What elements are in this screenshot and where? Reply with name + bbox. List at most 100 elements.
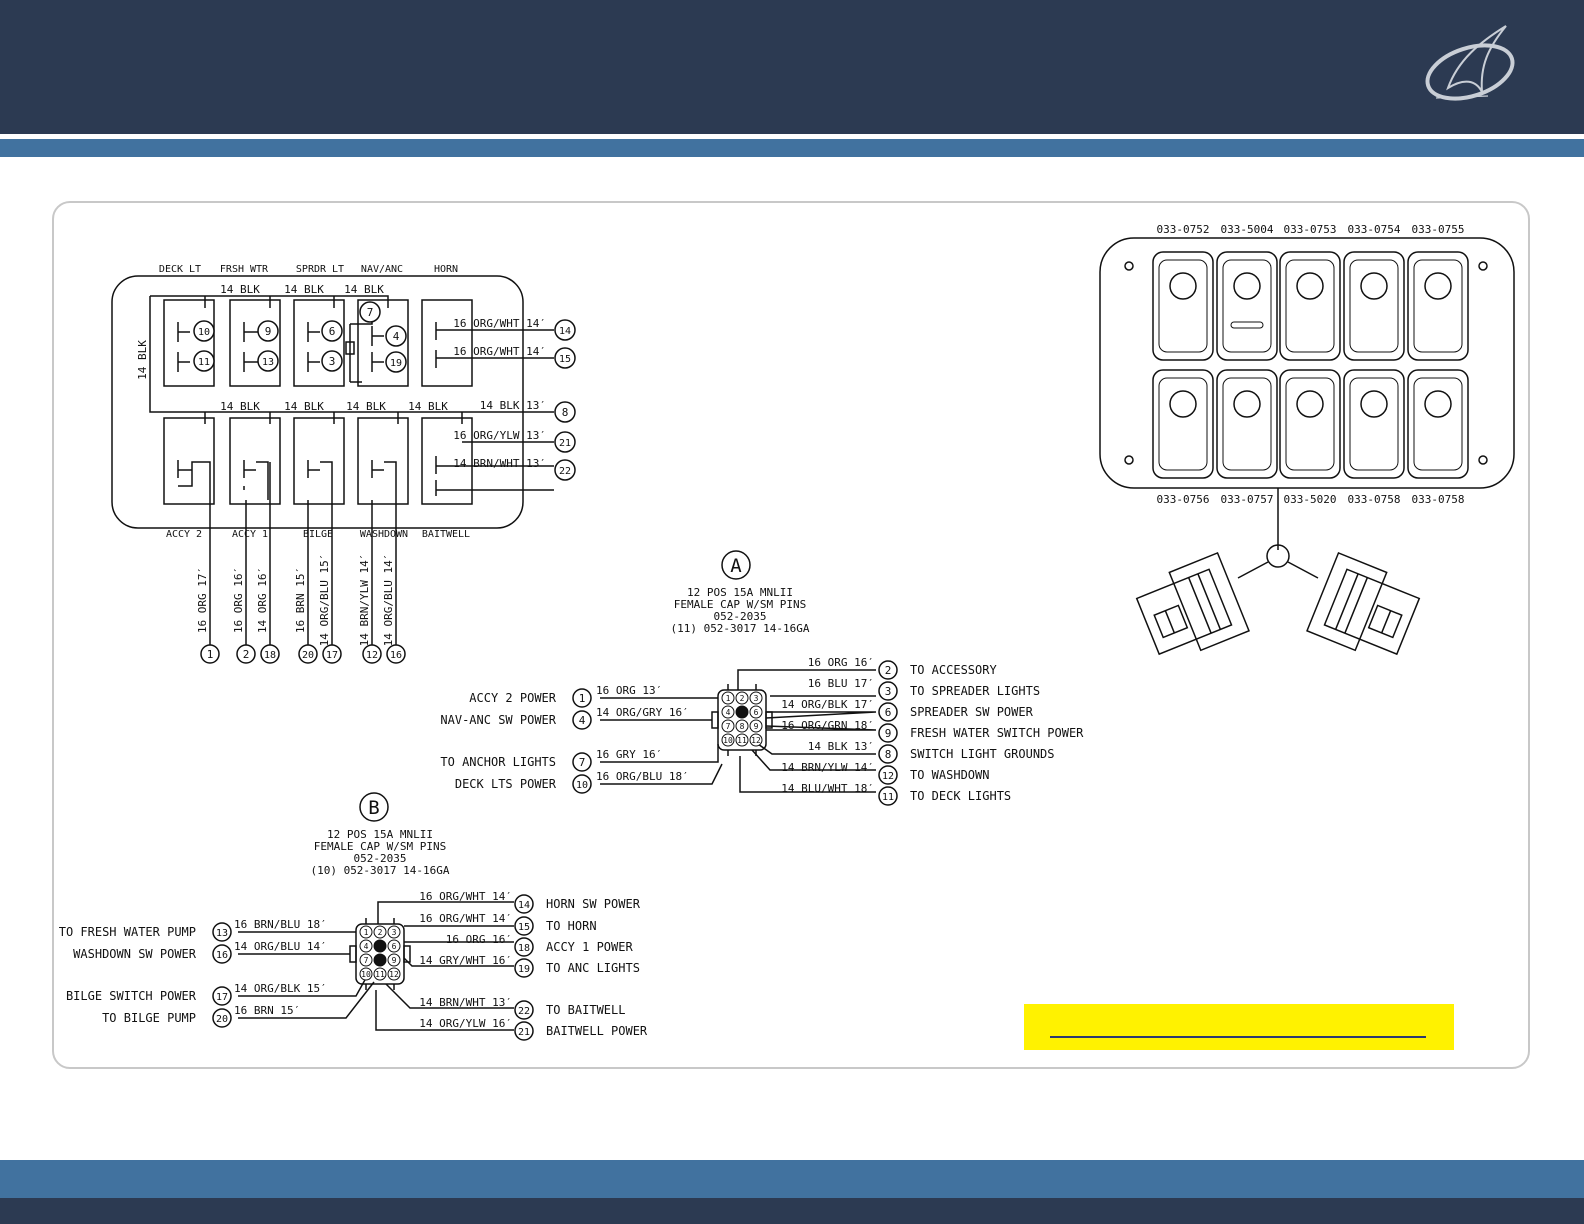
relay-down-wire-label: 16 ORG 17′: [196, 567, 209, 633]
rocker-switch: [1152, 369, 1214, 479]
connector-a-cavity-num: 8: [740, 722, 745, 731]
connector-a-left-pin-10: 10: [576, 780, 588, 791]
switch-part-number-bottom: 033-0757: [1221, 493, 1274, 506]
relay-down-pin-2: 2: [243, 648, 250, 661]
switch-symbol-icon: [1424, 390, 1452, 418]
switch-symbol-icon: [1424, 272, 1452, 300]
relay-pin-9: 9: [265, 325, 272, 338]
connector-b-right-name: HORN SW POWER: [546, 897, 641, 911]
connector-b-cavity-num: 10: [361, 970, 371, 979]
connector-b-left-name: WASHDOWN SW POWER: [73, 947, 197, 961]
relay-side-label: 14 BLK: [136, 340, 149, 380]
rocker-switch: [1407, 369, 1469, 479]
relay-pin-3: 3: [329, 355, 336, 368]
relay-down-wire-label: 16 BRN 15′: [294, 567, 307, 633]
relay-bottom-label: WASHDOWN: [360, 529, 408, 540]
connector-a-right-pin-8: 8: [885, 748, 892, 761]
connector-b-left-name: BILGE SWITCH POWER: [66, 989, 197, 1003]
switch-part-number-bottom: 033-0756: [1157, 493, 1210, 506]
connector-b-right-pin-18: 18: [518, 943, 530, 954]
connector-a-left-wire: 16 ORG/BLU 18′: [596, 770, 689, 783]
relay-right-wire-label: 14 BLK 13′: [480, 399, 546, 412]
relay-down-wire-label: 16 ORG 16′: [232, 567, 245, 633]
relay-down-pin-17: 17: [326, 650, 338, 661]
connector-a-cavity-num: 6: [754, 708, 759, 717]
relay-top-label: NAV/ANC: [361, 264, 403, 275]
connector-a-right-wire: 16 BLU 17′: [808, 677, 874, 690]
relay-down-wire-label: 14 BRN/YLW 14′: [358, 554, 371, 647]
connector-a-cavity-num: 4: [726, 708, 731, 717]
connector-b-left-wire: 14 ORG/BLU 14′: [234, 940, 327, 953]
connector-a-right-pin-3: 3: [885, 685, 892, 698]
connector-a-cavity-num: 11: [737, 736, 747, 745]
connector-a-desc: (11) 052-3017 14-16GA: [670, 622, 809, 635]
connector-b-left-pin-13: 13: [216, 928, 228, 939]
connector-b-right-pin-19: 19: [518, 964, 530, 975]
rocker-switch: [1343, 251, 1405, 361]
connector-b-right-pin-22: 22: [518, 1006, 530, 1017]
connector-a-right-name: SPREADER SW POWER: [910, 705, 1034, 719]
connector-a-left-wire: 16 ORG 13′: [596, 684, 662, 697]
relay-pin-11: 11: [198, 357, 210, 368]
connector-b-right-wire: 14 GRY/WHT 16′: [419, 954, 512, 967]
connector-a-right-pin-11: 11: [882, 792, 894, 803]
connector-a-cavity-num: 3: [754, 694, 759, 703]
relay-right-pin-14: 14: [559, 326, 571, 337]
connector-b-left-wire: 16 BRN/BLU 18′: [234, 918, 327, 931]
connector-b-left-pin-20: 20: [216, 1014, 228, 1025]
relay-down-pin-1: 1: [207, 648, 214, 661]
connector-b-right-name: TO HORN: [546, 919, 597, 933]
relay-down-wire-label: 14 ORG/BLU 14′: [382, 554, 395, 647]
connector-a-right-pin-2: 2: [885, 664, 892, 677]
rocker-switch: [1407, 251, 1469, 361]
connector-b-cavity-num: 6: [392, 942, 397, 951]
connector-b-cavity-num: 11: [375, 970, 385, 979]
footer-stripe: [0, 1160, 1584, 1198]
relay-top-label: DECK LT: [159, 264, 201, 275]
connector-a-left-pin-4: 4: [579, 714, 586, 727]
connector-a-cavity-num: 2: [740, 694, 745, 703]
connector-b-left-name: TO BILGE PUMP: [102, 1011, 196, 1025]
connector-a-right-name: TO DECK LIGHTS: [910, 789, 1011, 803]
relay-down-pin-18: 18: [264, 650, 276, 661]
connector-a-right-wire: 16 ORG/GRN 18′: [781, 719, 874, 732]
connector-b-right-pin-15: 15: [518, 922, 530, 933]
connector-b-letter: B: [368, 797, 379, 819]
highlight-note-box: [1024, 1004, 1454, 1050]
relay-down-wire-label: 14 ORG 16′: [256, 567, 269, 633]
connector-a-right-pin-12: 12: [882, 771, 894, 782]
connector-b-right-name: TO ANC LIGHTS: [546, 961, 640, 975]
connector-a-left-name: DECK LTS POWER: [455, 777, 557, 791]
relay-down-pin-16: 16: [390, 650, 402, 661]
connector-b-cavity-num: 3: [392, 928, 397, 937]
connector-b-left-pin-17: 17: [216, 992, 228, 1003]
connector-a-cavity-num: 7: [726, 722, 731, 731]
connector-b-cavity-num: 1: [364, 928, 369, 937]
relay-pin-6: 6: [329, 325, 336, 338]
switch-symbol-icon: [1233, 390, 1261, 418]
relay-bottom-label: BAITWELL: [422, 529, 470, 540]
rocker-switch: [1216, 369, 1278, 479]
relay-pin-4: 4: [393, 330, 400, 343]
connector-a-right-name: FRESH WATER SWITCH POWER: [910, 726, 1084, 740]
switch-part-number-top: 033-0754: [1348, 223, 1401, 236]
relay-bus-label: 14 BLK: [346, 400, 386, 413]
connector-a-left-name: NAV-ANC SW POWER: [440, 713, 556, 727]
relay-pin-19: 19: [390, 358, 402, 369]
connector-a-left-name: ACCY 2 POWER: [469, 691, 556, 705]
connector-b-cavity: [373, 939, 387, 953]
connector-b-desc: (10) 052-3017 14-16GA: [310, 864, 449, 877]
switch-symbol-icon: [1360, 272, 1388, 300]
connector-b-right-name: BAITWELL POWER: [546, 1024, 648, 1038]
connector-b-cavity-num: 2: [378, 928, 383, 937]
relay-right-pin-21: 21: [559, 438, 571, 449]
connector-a-right-name: TO WASHDOWN: [910, 768, 989, 782]
connector-b-left-wire: 16 BRN 15′: [234, 1004, 300, 1017]
connector-a-right-wire: 14 BRN/YLW 14′: [781, 761, 874, 774]
rocker-switch: [1279, 251, 1341, 361]
footer-bar: [0, 1198, 1584, 1224]
relay-right-pin-8: 8: [562, 406, 569, 419]
connector-a-cavity-num: 9: [754, 722, 759, 731]
switch-symbol-icon: [1296, 390, 1324, 418]
connector-b-right-wire: 16 ORG 16′: [446, 933, 512, 946]
